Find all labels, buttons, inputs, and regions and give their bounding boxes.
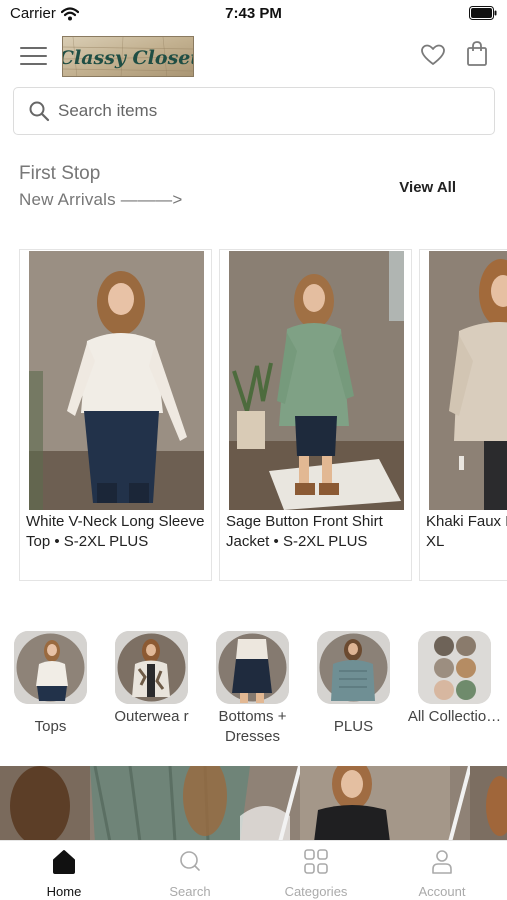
hamburger-line [20, 63, 47, 65]
brand-logo[interactable]: Classy Closet [62, 36, 194, 77]
category-image [418, 631, 491, 704]
product-card[interactable]: White V-Neck Long Sleeve Top • S-2XL PLU… [19, 249, 212, 581]
category-label: PLUS [333, 718, 374, 735]
tab-label: Home [46, 884, 82, 899]
product-image [29, 251, 204, 510]
product-carousel[interactable]: White V-Neck Long Sleeve Top • S-2XL PLU… [0, 249, 507, 584]
product-card[interactable]: Sage Button Front Shirt Jacket • S-2XL P… [219, 249, 412, 581]
category-tops[interactable]: Tops [0, 628, 101, 753]
tab-label: Search [169, 884, 211, 899]
battery-icon [469, 6, 497, 20]
category-outerwear[interactable]: Outerwea r [101, 628, 202, 753]
tab-label: Categories [284, 884, 348, 899]
tab-search[interactable]: Search [127, 841, 253, 900]
status-bar: Carrier 7:43 PM [0, 0, 507, 28]
tab-home[interactable]: Home [1, 841, 127, 900]
search-icon [29, 101, 50, 122]
category-image [317, 631, 390, 704]
view-all-link[interactable]: View All [399, 179, 456, 196]
product-name: White V-Neck Long Sleeve Top • S-2XL PLU… [26, 513, 205, 550]
categories-icon [304, 849, 328, 874]
category-label: All Collectio… [407, 708, 502, 725]
category-bottoms-dresses[interactable]: Bottoms + Dresses [202, 628, 303, 753]
category-label: Tops [34, 718, 67, 735]
category-all-collections[interactable]: All Collectio… [404, 628, 505, 753]
product-name: Sage Button Front Shirt Jacket • S-2XL P… [226, 513, 383, 550]
logo-text: Classy Closet [63, 47, 194, 69]
tab-account[interactable]: Account [379, 841, 505, 900]
product-image [429, 251, 507, 510]
search-input[interactable] [58, 96, 478, 126]
category-label: Bottoms + Dresses [218, 708, 287, 745]
category-row[interactable]: Tops Outerwea r Bottoms + Dresses PLUS A… [0, 628, 507, 753]
hamburger-line [20, 47, 47, 49]
section-subtitle: New Arrivals ———> [19, 190, 183, 209]
promo-banner[interactable] [0, 766, 507, 842]
wishlist-heart-icon[interactable] [420, 42, 446, 68]
app-header: Classy Closet [0, 30, 507, 82]
search-icon [180, 851, 200, 871]
product-card[interactable]: Khaki Faux Fur Jacket • S-XL [419, 249, 507, 581]
hamburger-line [20, 55, 47, 57]
new-arrivals-header: First Stop New Arrivals ———> View All [19, 163, 489, 215]
bottom-tab-bar: Home Search Categories Account [0, 840, 507, 900]
logo-image: Classy Closet [63, 37, 194, 76]
product-image [229, 251, 404, 510]
shopping-bag-icon[interactable] [464, 40, 490, 68]
home-icon [53, 850, 75, 874]
search-bar[interactable] [13, 87, 495, 135]
section-title: First Stop [19, 163, 101, 184]
tab-label: Account [418, 884, 466, 899]
tab-categories[interactable]: Categories [253, 841, 379, 900]
category-image [14, 631, 87, 704]
clock: 7:43 PM [225, 5, 282, 22]
banner-image [0, 766, 507, 842]
category-label: Outerwea r [114, 708, 189, 725]
category-image [216, 631, 289, 704]
category-image [115, 631, 188, 704]
menu-button[interactable] [20, 44, 48, 66]
account-icon [432, 850, 452, 874]
product-name: Khaki Faux Fur Jacket • S-XL [426, 513, 507, 550]
category-plus[interactable]: PLUS [303, 628, 404, 753]
